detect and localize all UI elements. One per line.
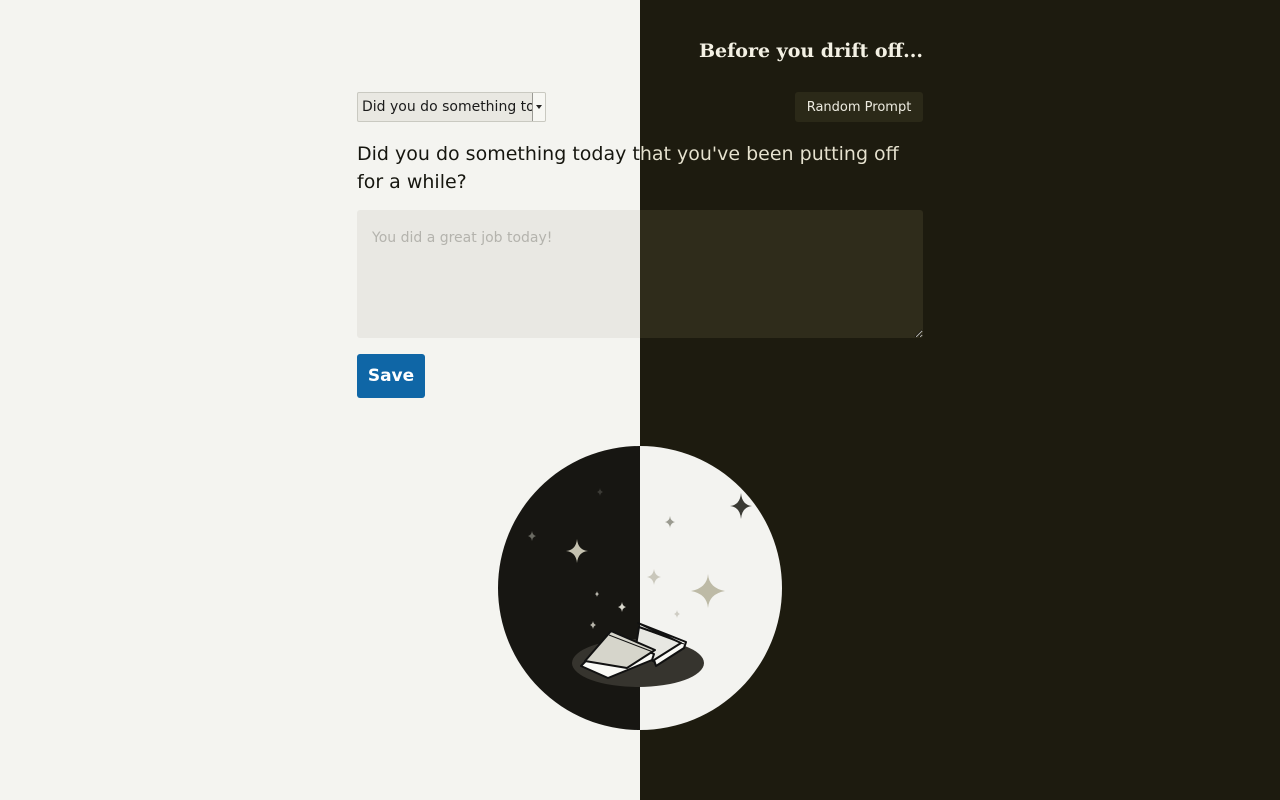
- chevron-down-icon[interactable]: [532, 93, 545, 121]
- prompt-select[interactable]: Did you do something today that you've b…: [357, 92, 546, 122]
- prompt-question: Did you do something today that you've b…: [357, 140, 923, 196]
- prompt-select-value: Did you do something today that you've b…: [362, 99, 532, 115]
- save-button[interactable]: Save: [357, 354, 425, 398]
- page-title: Before you drift off...: [698, 40, 923, 62]
- night-book-illustration: [498, 446, 782, 730]
- journal-entry-textarea[interactable]: [357, 210, 923, 338]
- moon-dark-half: [498, 446, 640, 730]
- random-prompt-button[interactable]: Random Prompt: [795, 92, 923, 122]
